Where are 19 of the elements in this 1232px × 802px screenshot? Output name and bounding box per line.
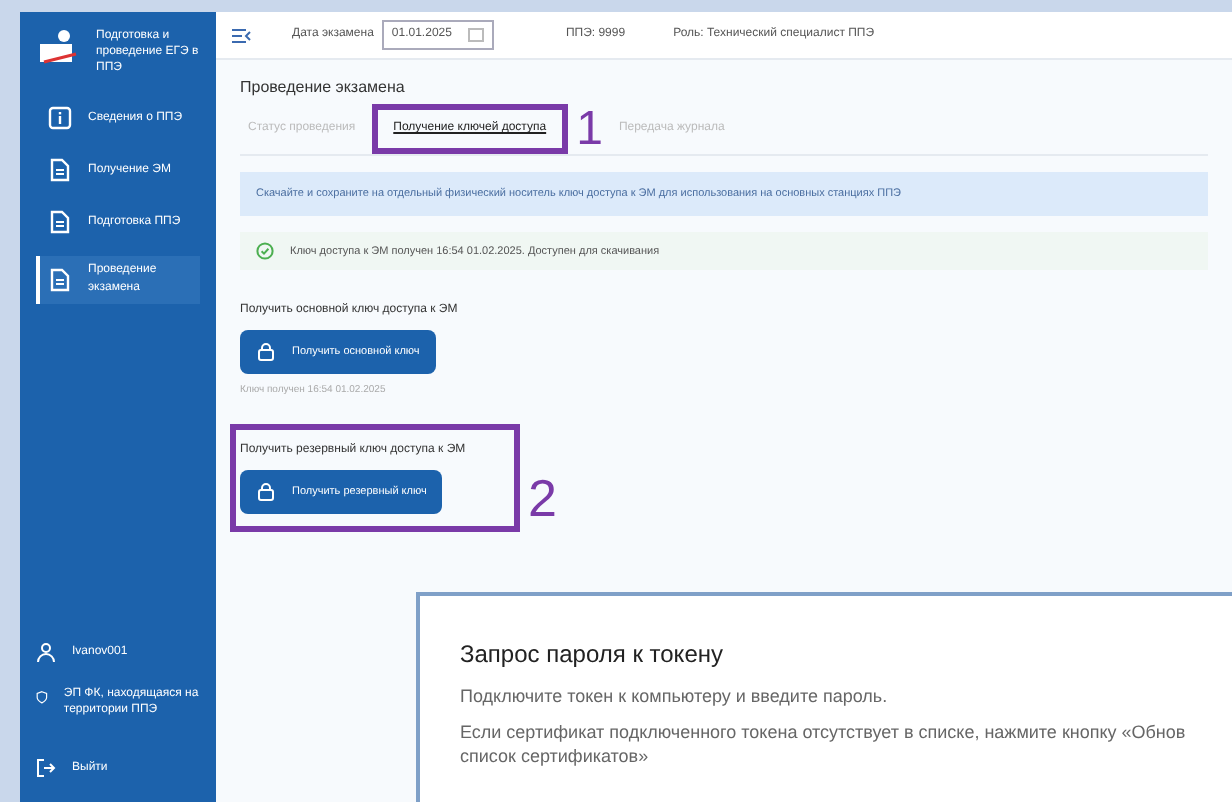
page-title: Проведение экзамена	[240, 76, 407, 100]
document-icon	[48, 268, 72, 292]
document-icon	[48, 158, 72, 182]
logout-icon	[36, 758, 56, 778]
calendar-icon	[467, 28, 484, 42]
shield-icon	[36, 686, 48, 708]
document-icon	[48, 210, 72, 234]
menu-icon[interactable]	[232, 27, 252, 43]
logo-icon	[36, 28, 80, 68]
check-circle-icon	[256, 242, 274, 261]
dialog-title: Запрос пароля к токену	[460, 638, 725, 672]
lock-icon	[256, 481, 276, 502]
annotation-label: 1	[576, 105, 603, 153]
user-icon	[36, 642, 56, 662]
lock-icon	[256, 342, 276, 363]
dialog-text: Подключите токен к компьютеру и введите пароль.	[460, 684, 890, 708]
dialog-text: Если сертификат подключенного токена отсутствует в списке, нажмите кнопку «Обнов список сертификатов»	[460, 720, 1188, 768]
info-icon	[48, 106, 72, 130]
annotation-label: 2	[528, 471, 557, 524]
